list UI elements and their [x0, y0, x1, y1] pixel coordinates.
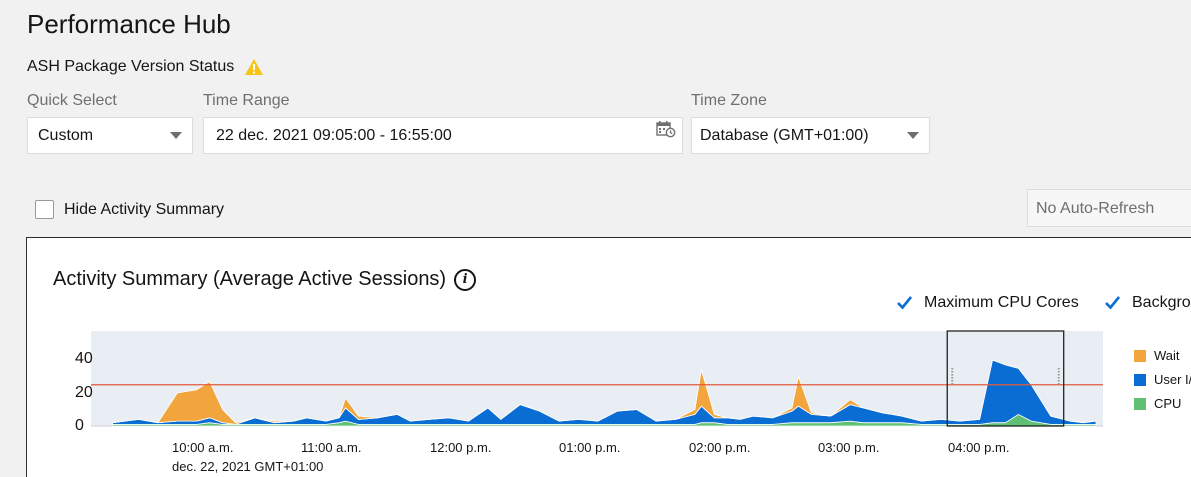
legend-swatch: [1134, 349, 1146, 362]
x-tick-label: 12:00 p.m.: [430, 440, 492, 455]
legend-label: User I/O: [1154, 372, 1191, 387]
x-tick-label: 02:00 p.m.: [689, 440, 751, 455]
y-tick-label: 20: [75, 384, 93, 401]
y-tick-label: 40: [75, 350, 93, 367]
legend-item-wait[interactable]: Wait: [1134, 348, 1180, 363]
legend-swatch: [1134, 397, 1146, 410]
x-tick-label: 11:00 a.m.: [301, 440, 362, 455]
legend-label: CPU: [1154, 396, 1182, 411]
legend-item-user-io[interactable]: User I/O: [1134, 372, 1191, 387]
x-tick-label: 10:00 a.m.: [172, 440, 234, 455]
legend-label: Wait: [1154, 348, 1180, 363]
legend-swatch: [1134, 373, 1146, 386]
activity-area-chart: [91, 330, 1103, 427]
x-tick-label: 04:00 p.m.: [948, 440, 1010, 455]
date-caption: dec. 22, 2021 GMT+01:00: [172, 459, 324, 474]
legend-item-cpu[interactable]: CPU: [1134, 396, 1181, 411]
plot-background: [91, 331, 1103, 426]
y-tick-label: 0: [75, 417, 84, 434]
x-tick-label: 01:00 p.m.: [559, 440, 621, 455]
x-tick-label: 03:00 p.m.: [818, 440, 880, 455]
